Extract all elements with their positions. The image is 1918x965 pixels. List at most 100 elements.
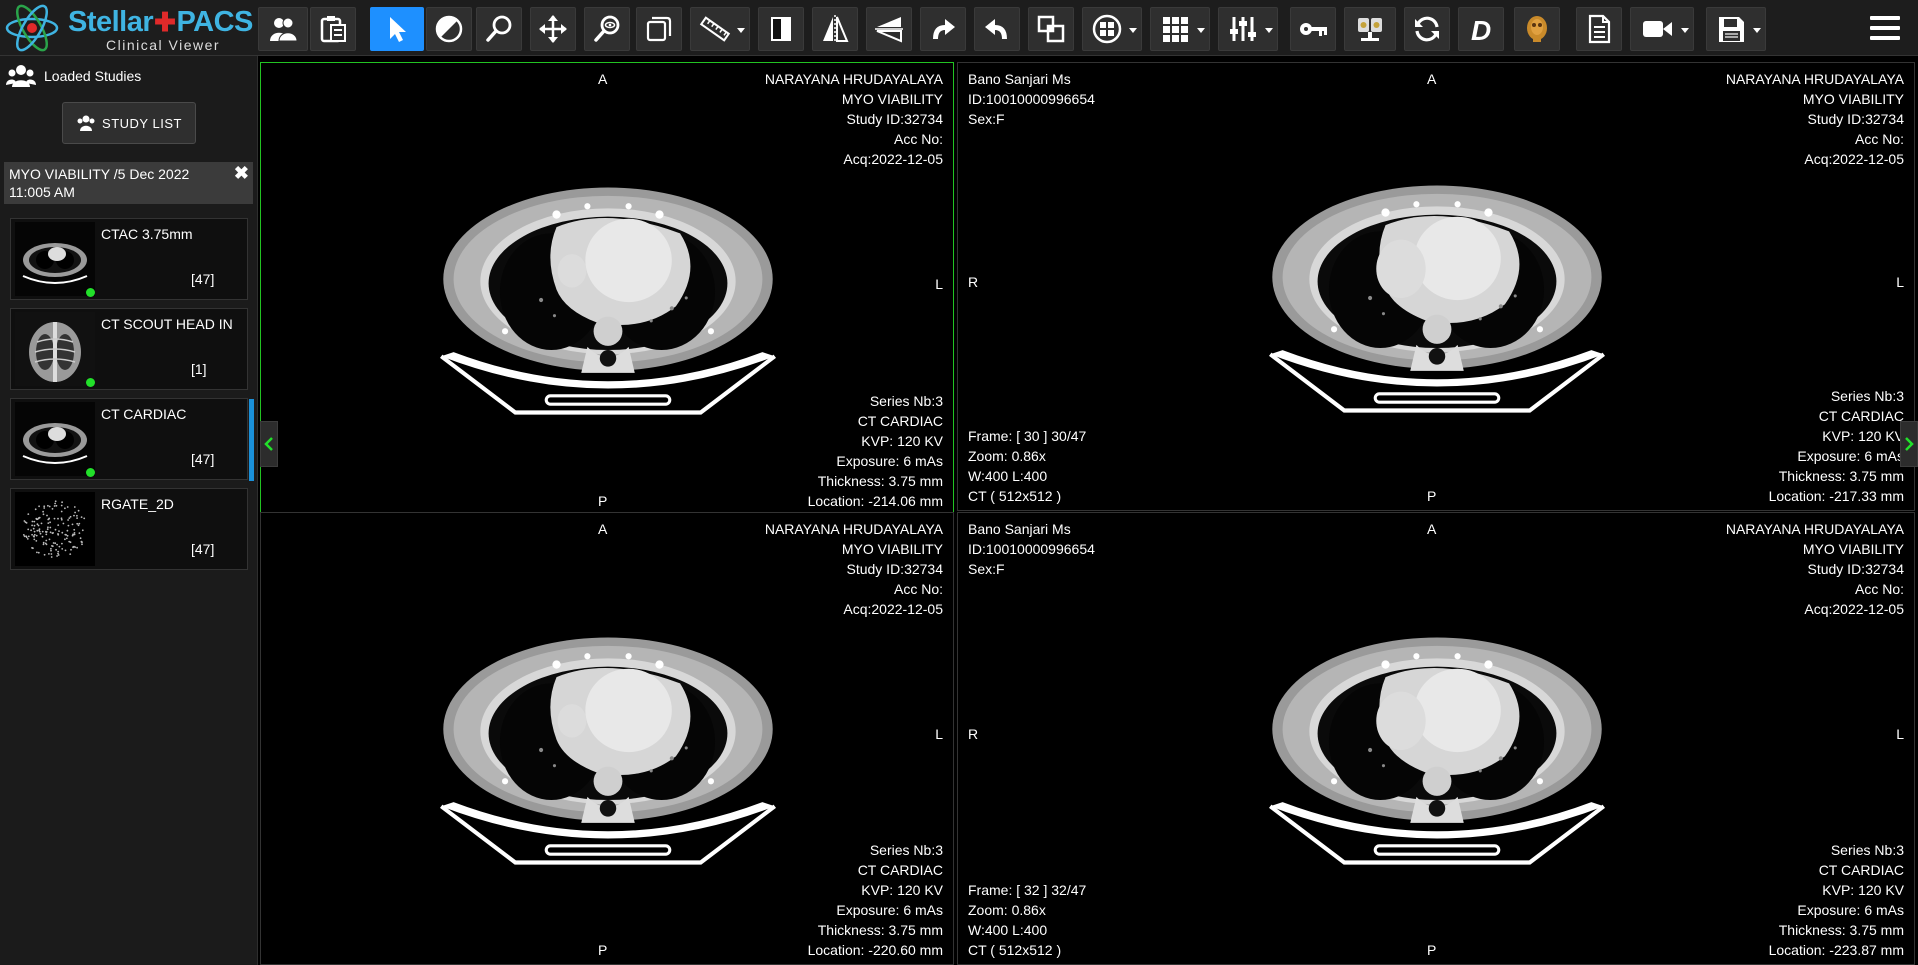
- cine-button[interactable]: [1344, 7, 1396, 51]
- dropdown-caret-icon[interactable]: [1197, 28, 1205, 33]
- right-panel-toggle[interactable]: [1900, 421, 1918, 467]
- orientation-top-label: A: [1427, 521, 1437, 537]
- clipboard-button[interactable]: [310, 7, 356, 51]
- d-button[interactable]: D: [1458, 7, 1504, 51]
- rotate-left-icon: [985, 19, 1007, 39]
- study-info-line: Acc No:: [1854, 581, 1904, 597]
- study-info-line: NARAYANA HRUDAYALAYA: [1725, 521, 1904, 537]
- main-toolbar: Stellar✚PACS Clinical Viewer D: [0, 0, 1918, 56]
- orientation-top-label: A: [598, 521, 608, 537]
- image-info-line: W:400 L:400: [968, 468, 1048, 484]
- video-button[interactable]: [1630, 7, 1694, 51]
- orientation-top-label: A: [598, 71, 608, 87]
- dropdown-caret-icon[interactable]: [1265, 28, 1273, 33]
- save-button[interactable]: [1706, 7, 1766, 51]
- viewport-2[interactable]: A P R L Bano Sanjari Ms ID:10010000996654 Sex:…: [957, 62, 1915, 511]
- series-name: CTAC 3.75mm: [101, 226, 193, 242]
- study-info: NARAYANA HRUDAYALAYA MYO VIABILITY Study I…: [1726, 69, 1904, 169]
- invert-button[interactable]: [758, 7, 804, 51]
- study-info-line: NARAYANA HRUDAYALAYA: [1725, 71, 1904, 87]
- series-name: CT CARDIAC: [101, 406, 187, 422]
- series-card[interactable]: CT SCOUT HEAD IN [1]: [10, 308, 248, 390]
- app-logo: Stellar✚PACS Clinical Viewer: [4, 4, 253, 53]
- group-users-icon: [6, 65, 36, 87]
- study-info-line: MYO VIABILITY: [1802, 91, 1904, 107]
- svg-text:D: D: [1471, 15, 1491, 45]
- series-card[interactable]: CTAC 3.75mm [47]: [10, 218, 248, 300]
- patients-button[interactable]: [258, 7, 308, 51]
- patient-info: Bano Sanjari Ms ID:10010000996654 Sex:F: [968, 69, 1095, 129]
- 3d-head-button[interactable]: [1514, 7, 1560, 51]
- stack-button[interactable]: [636, 7, 682, 51]
- window-level-button[interactable]: [426, 7, 472, 51]
- image-info-line: Frame: [ 30 ] 30/47: [968, 428, 1087, 444]
- app-subtitle: Clinical Viewer: [106, 37, 221, 53]
- viewport-1[interactable]: A P L NARAYANA HRUDAYALAYA MYO VIABILITY Stud…: [260, 62, 954, 516]
- series-info-line: KVP: 120 KV: [1822, 428, 1904, 444]
- key-button[interactable]: [1290, 7, 1336, 51]
- dropdown-caret-icon[interactable]: [737, 28, 745, 33]
- stack-icon: [646, 16, 672, 42]
- viewport-3[interactable]: A P L NARAYANA HRUDAYALAYA MYO VIABILITY Stud…: [260, 512, 954, 965]
- series-card[interactable]: CT CARDIAC [47]: [10, 398, 254, 481]
- orientation-bottom-label: P: [598, 493, 608, 509]
- ruler-button[interactable]: [690, 7, 750, 51]
- magnify-icon: [594, 15, 620, 42]
- series-image-count: [47]: [191, 451, 215, 467]
- flip-horizontal-button[interactable]: [812, 7, 858, 51]
- pan-button[interactable]: [530, 7, 576, 51]
- series-info-line: Thickness: 3.75 mm: [817, 922, 943, 938]
- series-thumbnail[interactable]: [15, 492, 95, 566]
- sync-button[interactable]: [1404, 7, 1450, 51]
- loaded-studies-header: Loaded Studies: [6, 61, 252, 91]
- rotate-left-button[interactable]: [974, 7, 1020, 51]
- study-info-line: Acq:2022-12-05: [1804, 151, 1904, 167]
- magnify-button[interactable]: [584, 7, 630, 51]
- series-thumbnail-image: [15, 312, 95, 386]
- flip-horizontal-icon: [823, 15, 849, 43]
- flip-vertical-button[interactable]: [866, 7, 912, 51]
- dropdown-caret-icon[interactable]: [1681, 28, 1689, 33]
- reset-icon: [1037, 15, 1065, 43]
- report-button[interactable]: [1576, 7, 1622, 51]
- close-study-icon[interactable]: ✖: [234, 164, 249, 182]
- rotate-right-button[interactable]: [920, 7, 966, 51]
- image-info-line: Frame: [ 32 ] 32/47: [968, 882, 1087, 898]
- patients-icon: [270, 17, 298, 42]
- patient-info-line: ID:10010000996654: [968, 91, 1095, 107]
- series-thumbnail-image: [15, 402, 95, 476]
- grid-button[interactable]: [1150, 7, 1210, 51]
- image-info-line: W:400 L:400: [968, 922, 1048, 938]
- left-panel-toggle[interactable]: [260, 421, 278, 467]
- dropdown-caret-icon[interactable]: [1753, 28, 1761, 33]
- hamburger-icon[interactable]: [1868, 12, 1902, 44]
- series-info-line: Series Nb:3: [869, 393, 943, 409]
- reset-button[interactable]: [1028, 7, 1074, 51]
- study-list-button[interactable]: STUDY LIST: [62, 102, 196, 144]
- series-card[interactable]: RGATE_2D [47]: [10, 488, 248, 570]
- pointer-button[interactable]: [370, 7, 424, 51]
- orientation-right-label: L: [1896, 725, 1904, 742]
- patient-info-line: ID:10010000996654: [968, 541, 1095, 557]
- series-name: RGATE_2D: [101, 496, 174, 512]
- adjust-button[interactable]: [1218, 7, 1278, 51]
- series-thumbnail[interactable]: [15, 402, 95, 476]
- series-info-line: Exposure: 6 mAs: [1797, 902, 1904, 918]
- study-header[interactable]: MYO VIABILITY /5 Dec 2022 11:005 AM ✖: [4, 162, 253, 204]
- layout-button[interactable]: [1082, 7, 1142, 51]
- zoom-icon: [486, 15, 512, 42]
- orientation-top-label: A: [1427, 71, 1437, 87]
- study-info-line: Acc No:: [893, 131, 943, 147]
- loaded-status-dot: [86, 378, 95, 387]
- ct-axial-image: [440, 637, 777, 865]
- series-thumbnail[interactable]: [15, 222, 95, 296]
- zoom-button[interactable]: [476, 7, 522, 51]
- series-thumbnail[interactable]: [15, 312, 95, 386]
- viewport-4[interactable]: A P R L Bano Sanjari Ms ID:10010000996654 Sex:…: [957, 512, 1915, 965]
- series-info-line: Location: -217.33 mm: [1768, 488, 1904, 504]
- ct-axial-image: [440, 187, 777, 415]
- ct-axial-image: [1269, 637, 1606, 865]
- ct-axial-image: [1269, 185, 1606, 413]
- study-info-line: Acq:2022-12-05: [1804, 601, 1904, 617]
- dropdown-caret-icon[interactable]: [1129, 28, 1137, 33]
